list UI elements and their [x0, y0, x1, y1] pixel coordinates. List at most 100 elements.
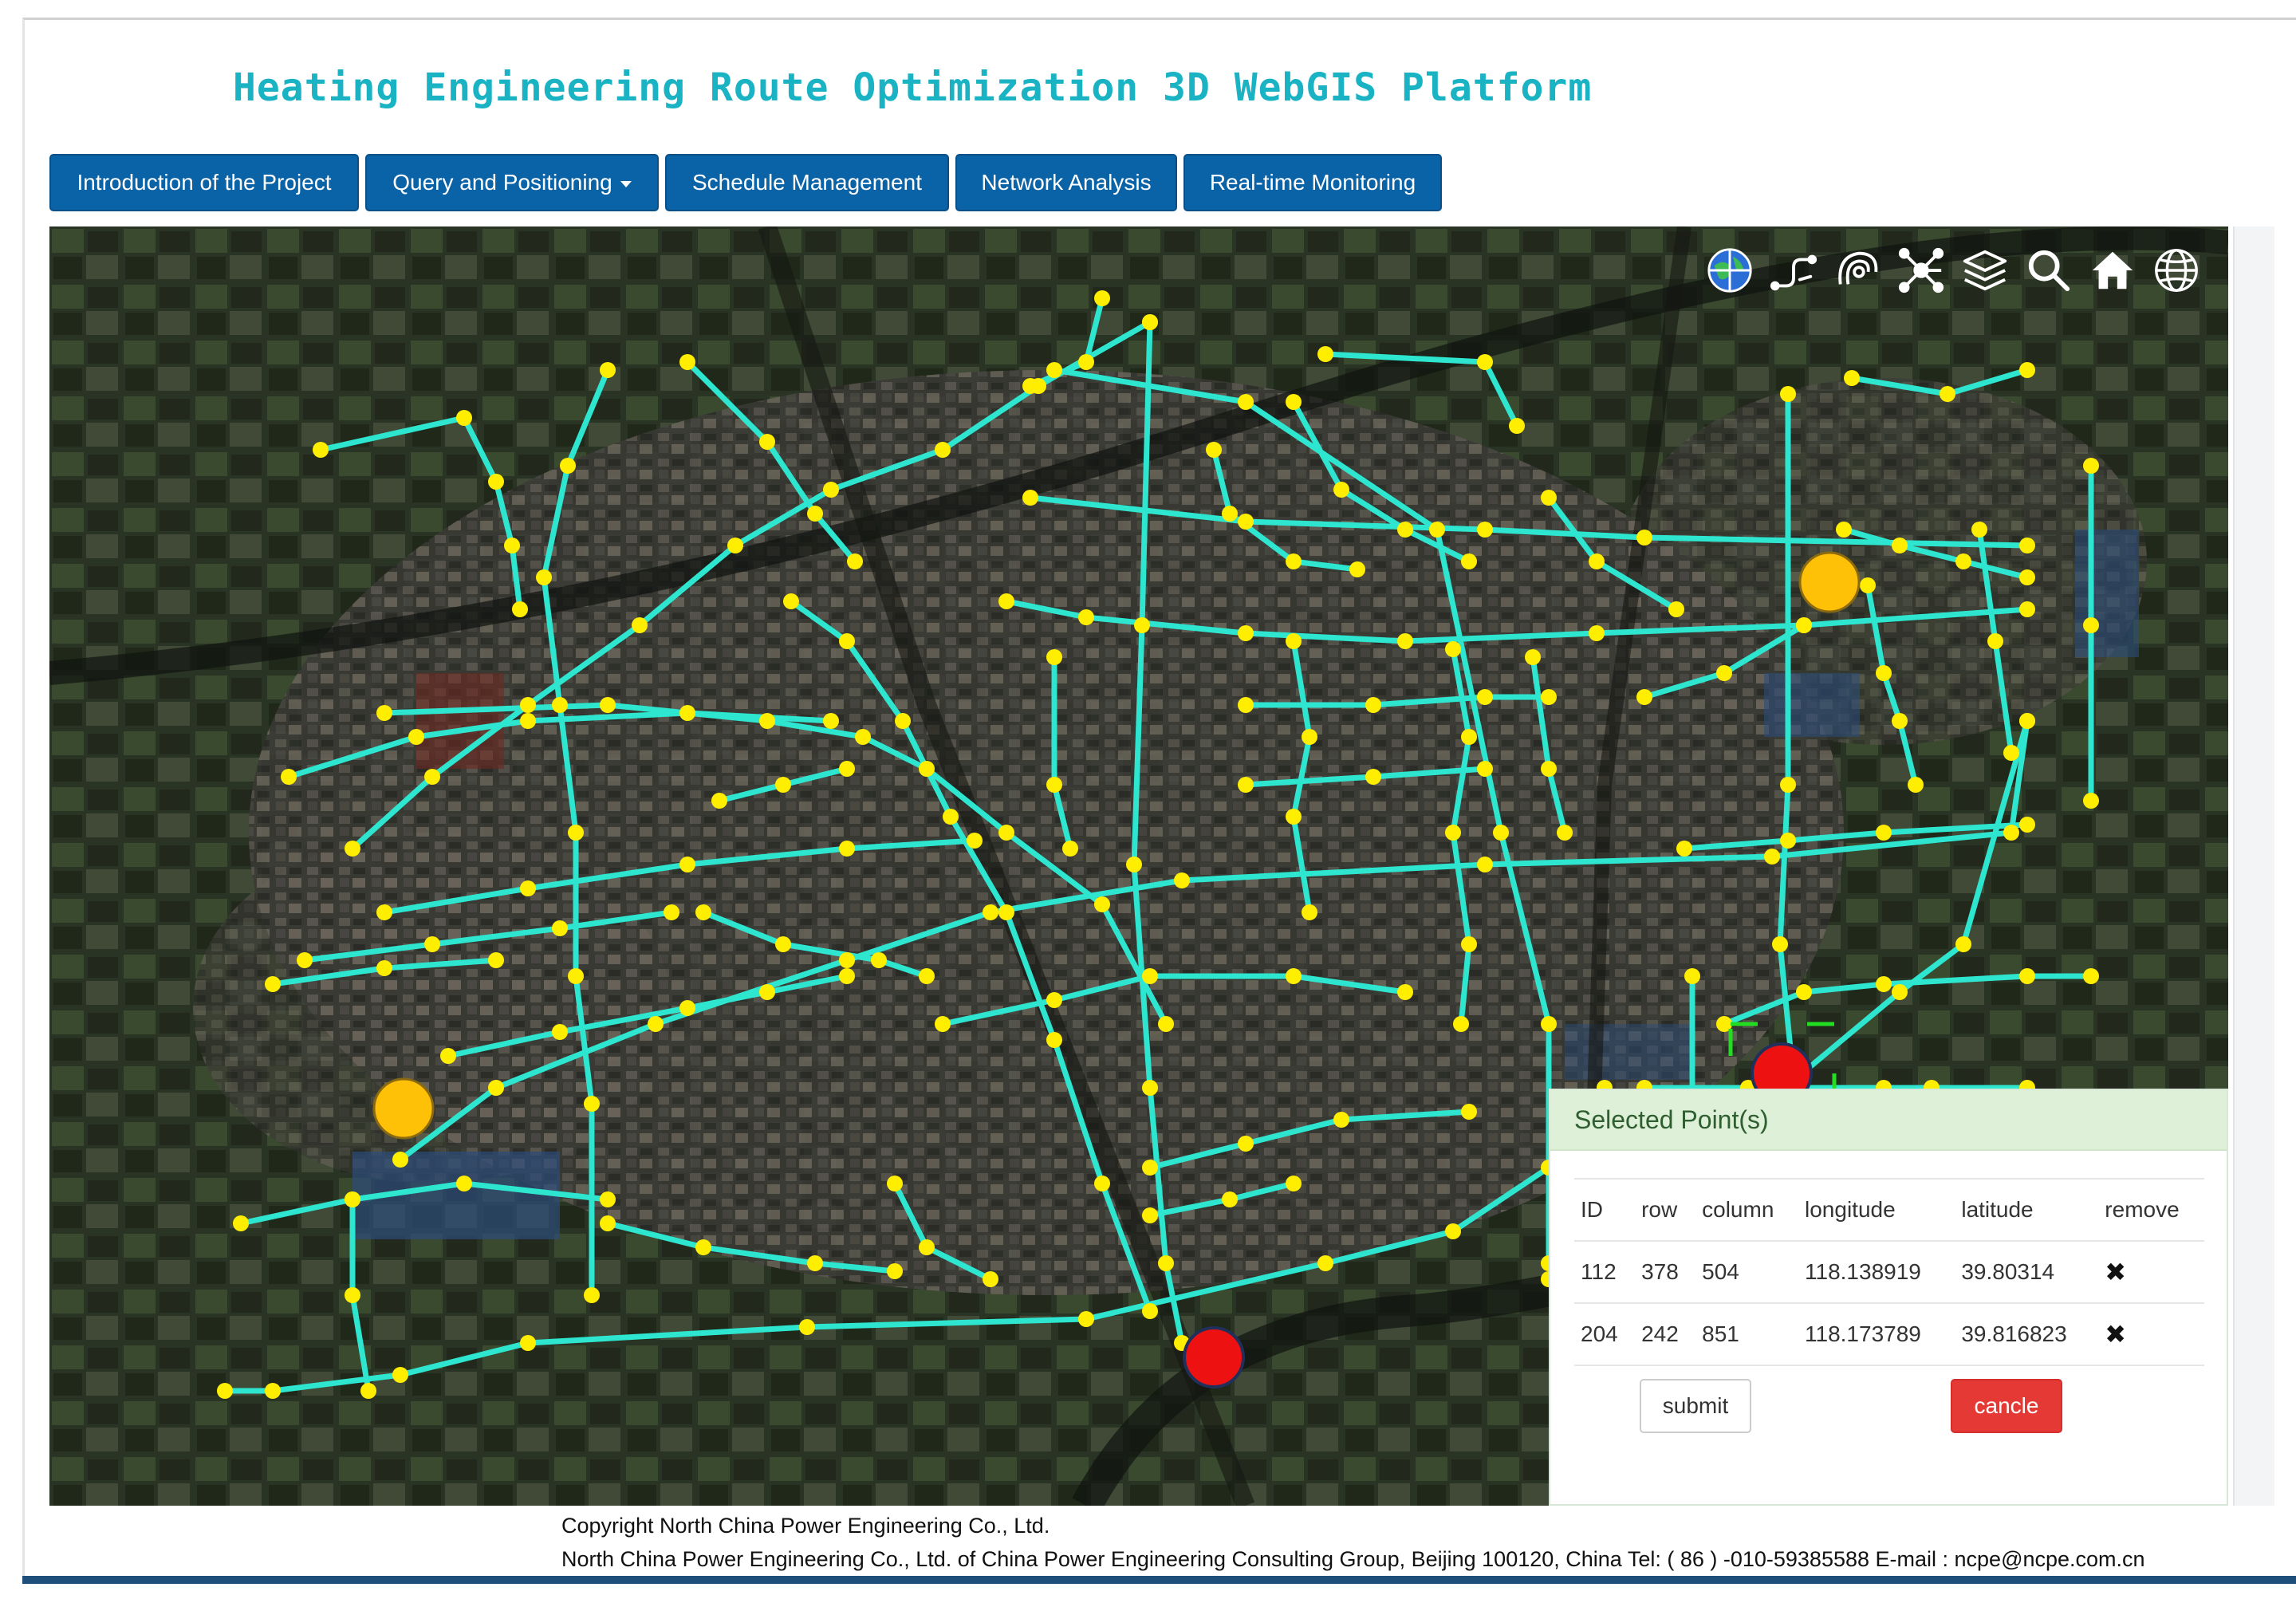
pipeline-node[interactable]	[552, 697, 568, 713]
pipeline-node[interactable]	[895, 713, 911, 729]
pipeline-node[interactable]	[679, 354, 695, 370]
pipeline-node[interactable]	[855, 729, 871, 745]
pipeline-node[interactable]	[1477, 689, 1493, 705]
globe-grid-tool[interactable]	[1700, 241, 1759, 300]
pipeline-node[interactable]	[265, 976, 281, 992]
pipeline-node[interactable]	[345, 1287, 360, 1303]
pipeline-node[interactable]	[1333, 482, 1349, 498]
pipeline-node[interactable]	[1222, 506, 1238, 522]
pipeline-node[interactable]	[1493, 825, 1509, 841]
pipeline-node[interactable]	[1461, 729, 1477, 745]
pipeline-node[interactable]	[1333, 1112, 1349, 1128]
pipeline-node[interactable]	[2003, 745, 2019, 761]
pipeline-node[interactable]	[1541, 490, 1557, 506]
pipeline-node[interactable]	[424, 769, 440, 785]
pipeline-node[interactable]	[1286, 553, 1302, 569]
pipeline-node[interactable]	[1142, 1160, 1158, 1176]
nav-introduction-button[interactable]: Introduction of the Project	[49, 154, 359, 211]
pipeline-node[interactable]	[1716, 665, 1732, 681]
pipeline-node[interactable]	[695, 1239, 711, 1255]
pipeline-node[interactable]	[552, 1024, 568, 1040]
pipeline-node[interactable]	[839, 841, 855, 857]
pipeline-tool[interactable]	[1764, 241, 1823, 300]
pipeline-node[interactable]	[265, 1383, 281, 1399]
nav-schedule-management-button[interactable]: Schedule Management	[665, 154, 949, 211]
pipeline-node[interactable]	[1461, 553, 1477, 569]
pipeline-node[interactable]	[695, 904, 711, 920]
pipeline-node[interactable]	[727, 538, 743, 553]
pipeline-node[interactable]	[887, 1263, 903, 1279]
pipeline-node[interactable]	[2019, 713, 2035, 729]
pipeline-node[interactable]	[664, 904, 679, 920]
pipeline-node[interactable]	[983, 904, 998, 920]
pipeline-node[interactable]	[1445, 1223, 1461, 1239]
pipeline-node[interactable]	[1477, 522, 1493, 538]
pipeline-node[interactable]	[1892, 984, 1908, 1000]
pipeline-node[interactable]	[711, 793, 727, 809]
pipeline-node[interactable]	[1286, 394, 1302, 410]
pipeline-node[interactable]	[799, 1319, 815, 1335]
pipeline-node[interactable]	[1860, 577, 1876, 593]
pipeline-node[interactable]	[1317, 346, 1333, 362]
pipeline-node[interactable]	[584, 1096, 600, 1112]
pipeline-node[interactable]	[839, 633, 855, 649]
pipeline-node[interactable]	[998, 825, 1014, 841]
pipeline-node[interactable]	[1286, 633, 1302, 649]
pipeline-node[interactable]	[1461, 1104, 1477, 1120]
pipeline-node[interactable]	[1238, 777, 1254, 793]
pipeline-node[interactable]	[1286, 1176, 1302, 1191]
nav-query-positioning-button[interactable]: Query and Positioning	[365, 154, 659, 211]
pipeline-node[interactable]	[456, 410, 472, 426]
pipeline-node[interactable]	[281, 769, 297, 785]
home-tool[interactable]	[2083, 241, 2142, 300]
pipeline-node[interactable]	[2019, 968, 2035, 984]
pipeline-node[interactable]	[1477, 354, 1493, 370]
pipeline-node[interactable]	[1557, 825, 1573, 841]
pipeline-node[interactable]	[600, 697, 616, 713]
pipeline-node[interactable]	[488, 474, 504, 490]
pipeline-node[interactable]	[1955, 553, 1971, 569]
pipeline-node[interactable]	[1876, 665, 1892, 681]
nav-realtime-monitoring-button[interactable]: Real-time Monitoring	[1183, 154, 1442, 211]
pipeline-node[interactable]	[1046, 362, 1062, 378]
pipeline-node[interactable]	[783, 593, 799, 609]
pipeline-node[interactable]	[998, 593, 1014, 609]
pipeline-node[interactable]	[600, 362, 616, 378]
pipeline-node[interactable]	[1892, 538, 1908, 553]
selected-point-204[interactable]	[1183, 1326, 1245, 1388]
pipeline-node[interactable]	[1876, 976, 1892, 992]
pipeline-node[interactable]	[1158, 1255, 1174, 1271]
pipeline-node[interactable]	[1142, 314, 1158, 330]
pipeline-node[interactable]	[1302, 729, 1317, 745]
pipeline-node[interactable]	[2003, 825, 2019, 841]
pipeline-node[interactable]	[1365, 769, 1381, 785]
pipeline-node[interactable]	[1078, 609, 1094, 625]
pipeline-node[interactable]	[1062, 841, 1078, 857]
pipeline-node[interactable]	[839, 968, 855, 984]
pipeline-node[interactable]	[839, 952, 855, 968]
pipeline-node[interactable]	[759, 713, 775, 729]
pipeline-node[interactable]	[520, 1335, 536, 1351]
pipeline-node[interactable]	[1668, 601, 1684, 617]
pipeline-node[interactable]	[2083, 458, 2099, 474]
pipeline-node[interactable]	[1238, 1136, 1254, 1152]
pipeline-node[interactable]	[823, 482, 839, 498]
heat-source-west[interactable]	[372, 1077, 435, 1140]
pipeline-node[interactable]	[1397, 633, 1413, 649]
pipeline-node[interactable]	[1477, 857, 1493, 872]
pipeline-node[interactable]	[1541, 689, 1557, 705]
pipeline-node[interactable]	[1046, 992, 1062, 1008]
pipeline-node[interactable]	[600, 1215, 616, 1231]
pipeline-node[interactable]	[1142, 1303, 1158, 1319]
pipeline-node[interactable]	[233, 1215, 249, 1231]
pipeline-node[interactable]	[919, 1239, 935, 1255]
pipeline-node[interactable]	[1046, 649, 1062, 665]
pipeline-node[interactable]	[552, 920, 568, 936]
pipeline-node[interactable]	[1206, 442, 1222, 458]
pipeline-node[interactable]	[1636, 530, 1652, 545]
pipeline-node[interactable]	[1445, 825, 1461, 841]
pipeline-node[interactable]	[345, 1191, 360, 1207]
nav-network-analysis-button[interactable]: Network Analysis	[955, 154, 1177, 211]
pipeline-node[interactable]	[520, 697, 536, 713]
pipeline-node[interactable]	[1780, 386, 1796, 402]
